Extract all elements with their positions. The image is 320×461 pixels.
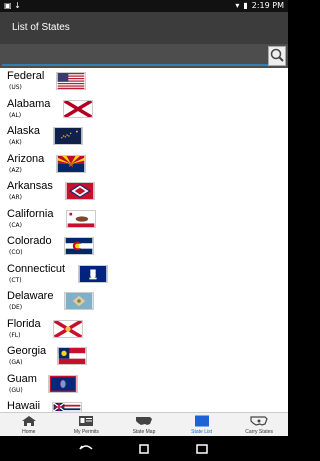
battery-icon: ▮ [243, 1, 248, 10]
state-code: (GA) [9, 359, 23, 366]
state-name: California [7, 207, 54, 220]
state-code: (AK) [9, 139, 22, 146]
hawaii-flag-icon [52, 402, 82, 412]
state-name: Arizona [7, 152, 45, 165]
search-bar [0, 44, 288, 68]
alabama-flag-icon [63, 99, 93, 118]
clock: 2:19 PM [251, 1, 284, 10]
tab-home[interactable]: Home [0, 413, 58, 436]
state-name: Florida [7, 317, 41, 330]
tab-label: Home [22, 429, 36, 435]
florida-flag-icon [53, 319, 83, 338]
list-item[interactable]: Alaska (AK) [0, 123, 288, 151]
list-item[interactable]: Connecticut (CT) [0, 261, 288, 289]
colorado-flag-icon [64, 237, 94, 255]
state-code: (CO) [9, 249, 23, 256]
state-code: (CA) [9, 221, 22, 229]
connecticut-flag-icon [78, 264, 108, 283]
state-name: Federal [7, 70, 45, 82]
list-item[interactable]: California (CA) [0, 206, 288, 234]
page-title: List of States [12, 22, 70, 33]
us-map-icon [135, 417, 152, 425]
search-button[interactable] [268, 46, 286, 66]
guam-flag-icon [48, 374, 78, 393]
tab-label: State List [191, 429, 212, 435]
state-code: (US) [9, 84, 22, 91]
tab-my-permits[interactable]: My Permits [58, 413, 116, 436]
state-name: Arkansas [7, 180, 53, 192]
state-code: (CT) [9, 276, 22, 284]
list-item[interactable]: Delaware (DE) [0, 288, 288, 316]
list-item[interactable]: Georgia (GA) [0, 343, 288, 371]
state-code: (AR) [9, 194, 22, 201]
home-nav-icon[interactable] [136, 443, 152, 455]
alaska-flag-icon [53, 127, 83, 145]
recent-apps-icon[interactable] [194, 443, 210, 455]
state-name: Alaska [7, 125, 41, 137]
carry-map-icon [250, 416, 268, 426]
permit-card-icon [79, 416, 94, 426]
arizona-flag-icon [56, 154, 86, 173]
list-item[interactable]: Florida (FL) [0, 316, 288, 344]
list-icon [194, 415, 209, 427]
notification-icons: ▣ ↓ [4, 1, 21, 10]
state-name: Hawaii [7, 400, 41, 412]
state-list: Federal (US) Alabama (AL) Alaska (AK) Ar… [0, 68, 288, 412]
delaware-flag-icon [64, 292, 94, 310]
state-name: Colorado [7, 235, 52, 247]
state-name: Georgia [7, 345, 47, 357]
wifi-icon: ▾ [235, 1, 240, 10]
list-item[interactable]: Hawaii [0, 398, 288, 412]
search-input[interactable] [2, 46, 270, 66]
search-icon [270, 48, 284, 62]
list-item[interactable]: Guam (GU) [0, 371, 288, 399]
list-item[interactable]: Federal (US) [0, 68, 288, 96]
system-nav-bar [0, 436, 288, 461]
tab-carry-states[interactable]: Carry States [230, 413, 288, 436]
back-icon[interactable] [78, 443, 94, 455]
state-code: (FL) [9, 331, 21, 339]
list-item[interactable]: Alabama (AL) [0, 96, 288, 124]
california-flag-icon [66, 209, 96, 228]
list-item[interactable]: Arkansas (AR) [0, 178, 288, 206]
bottom-tab-bar: Home My Permits State Map State List Car… [0, 412, 288, 436]
georgia-flag-icon [57, 347, 87, 365]
state-code: (GU) [9, 386, 23, 394]
list-item[interactable]: Colorado (CO) [0, 233, 288, 261]
action-bar: List of States [0, 12, 288, 44]
list-item[interactable]: Arizona (AZ) [0, 151, 288, 179]
state-code: (DE) [9, 304, 23, 311]
state-code: (AZ) [9, 166, 22, 174]
state-name: Guam [7, 372, 37, 385]
state-code: (AL) [9, 111, 22, 119]
tab-state-map[interactable]: State Map [115, 413, 173, 436]
state-name: Connecticut [7, 262, 66, 275]
home-icon [21, 416, 36, 426]
us-flag-icon [56, 72, 86, 90]
tab-label: Carry States [245, 429, 274, 435]
state-name: Alabama [7, 97, 51, 110]
tab-state-list[interactable]: State List [173, 413, 231, 436]
tab-label: State Map [132, 429, 156, 435]
tab-label: My Permits [73, 429, 99, 435]
status-bar: ▣ ↓ ▾ ▮ 2:19 PM [0, 0, 288, 12]
state-name: Delaware [7, 290, 54, 302]
arkansas-flag-icon [65, 182, 95, 200]
